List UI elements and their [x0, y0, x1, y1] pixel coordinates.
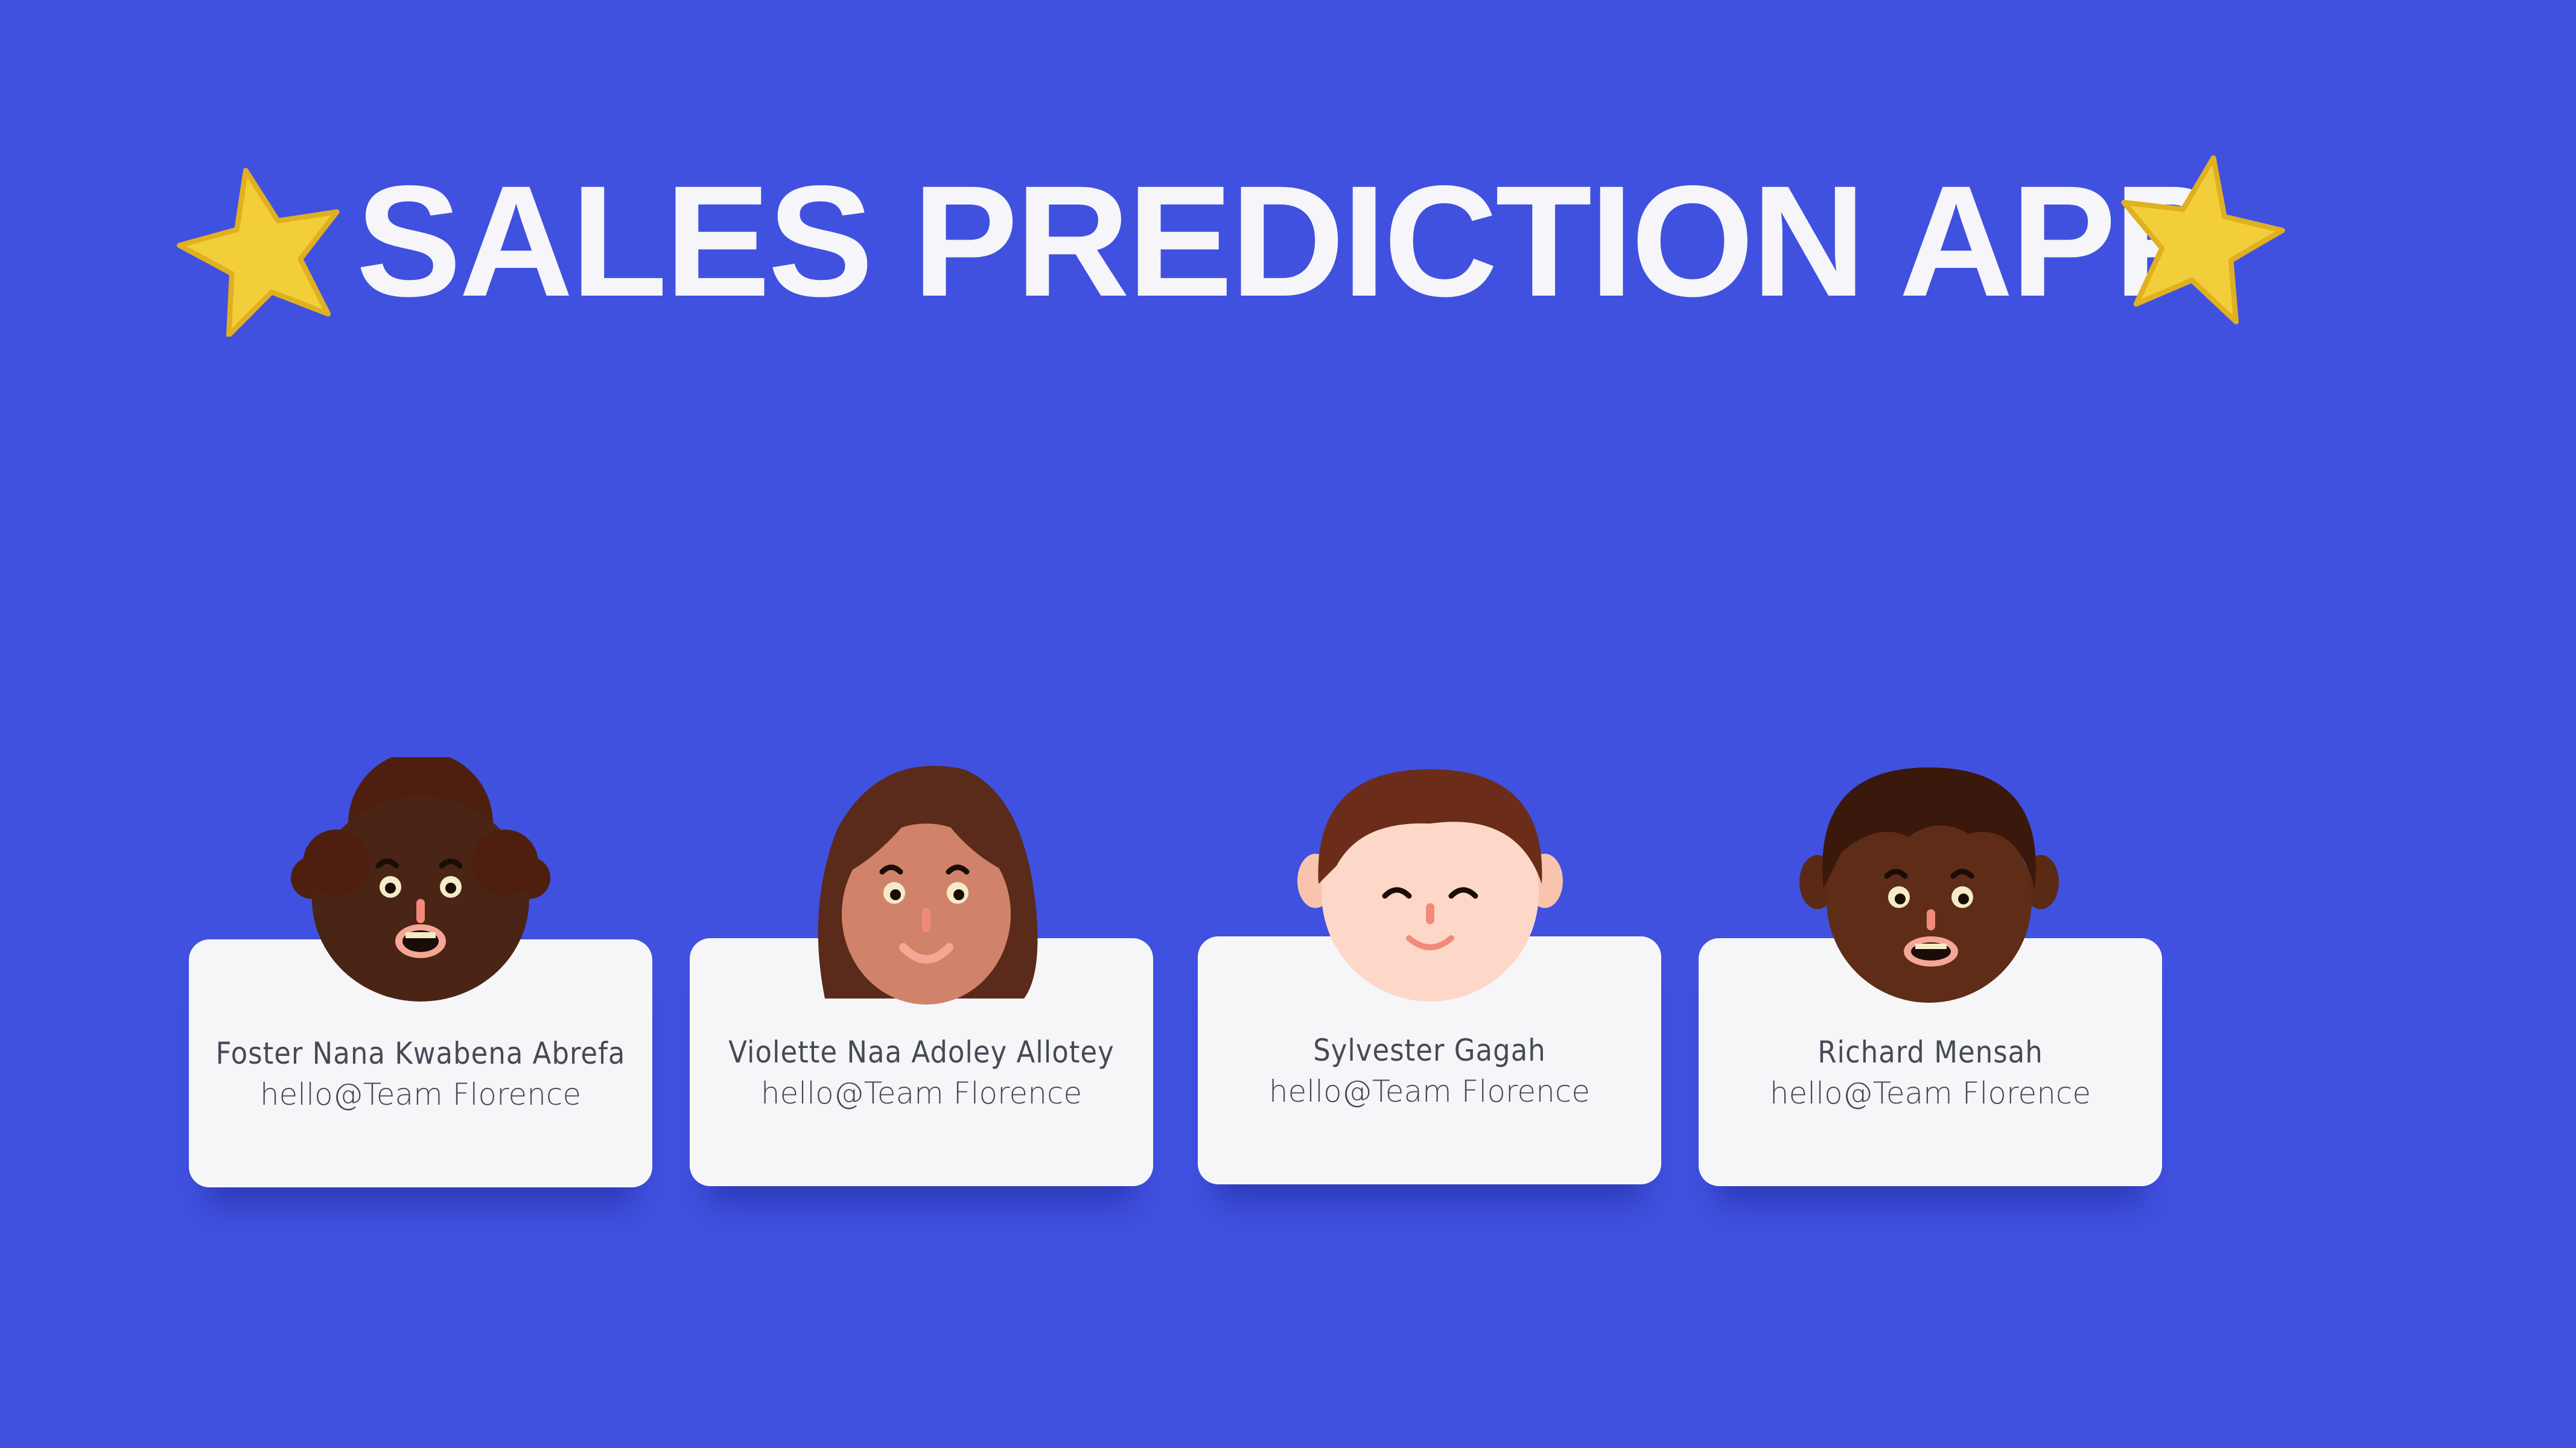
- avatar-curly-hair-man: [291, 757, 550, 1002]
- member-name: Foster Nana Kwabena Abrefa: [215, 1036, 626, 1071]
- member-email: hello@Team Florence: [1268, 1074, 1591, 1109]
- member-email: hello@Team Florence: [760, 1076, 1083, 1111]
- member-email: hello@Team Florence: [1769, 1076, 2091, 1111]
- avatar-smiling-man: [1297, 769, 1563, 1002]
- avatar-short-hair-man: [1799, 767, 2059, 1003]
- member-name: Richard Mensah: [1818, 1035, 2043, 1070]
- member-email: hello@Team Florence: [259, 1077, 582, 1112]
- star-icon: [2121, 155, 2285, 325]
- member-name: Sylvester Gagah: [1313, 1033, 1546, 1068]
- page-title: SALES PREDICTION APP: [356, 153, 2219, 329]
- star-icon: [176, 168, 340, 337]
- member-name: Violette Naa Adoley Allotey: [728, 1035, 1115, 1070]
- avatar-long-hair-woman: [818, 766, 1038, 1005]
